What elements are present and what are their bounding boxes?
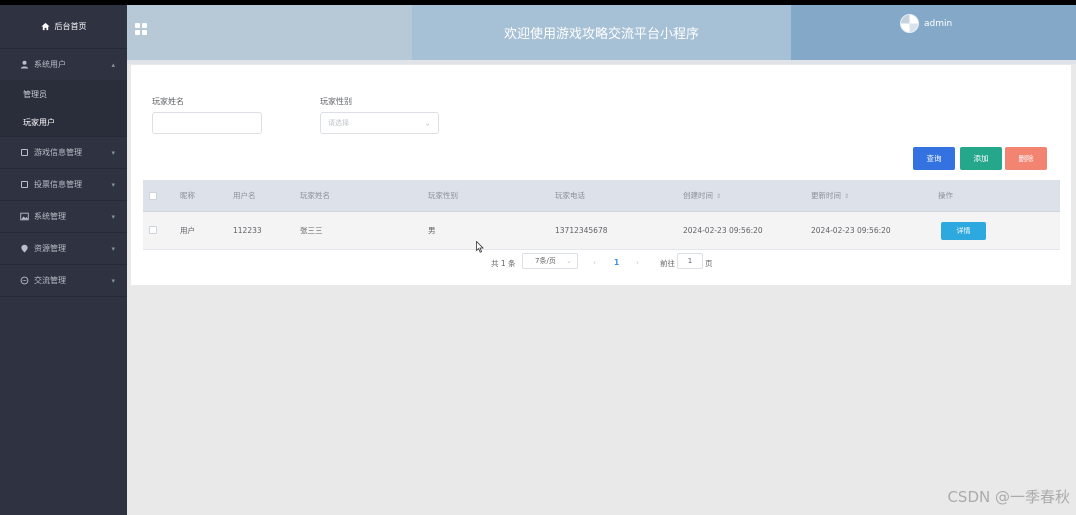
sidebar-item-resources[interactable]: 资源管理 ▾ <box>0 233 127 264</box>
sidebar-item-game-info[interactable]: 游戏信息管理 ▾ <box>0 137 127 168</box>
header-left-section <box>127 5 412 60</box>
col-created-time[interactable]: 创建时间 ⇕ <box>683 190 721 201</box>
page-number-current[interactable]: 1 <box>614 258 619 267</box>
edit-box-icon <box>20 148 29 157</box>
menu-group-vote-info: 投票信息管理 ▾ <box>0 169 127 201</box>
next-page-button[interactable]: › <box>636 258 639 267</box>
row-checkbox[interactable] <box>149 226 157 234</box>
query-button[interactable]: 查询 <box>913 147 955 170</box>
table-header-row: 昵称 用户名 玩家姓名 玩家性别 玩家电话 创建时间 ⇕ 更新时间 ⇕ 操作 <box>143 180 1060 212</box>
chevron-down-icon: ▾ <box>111 244 115 253</box>
page-title: 欢迎使用游戏攻略交流平台小程序 <box>412 5 791 60</box>
sort-icon[interactable]: ⇕ <box>716 193 721 200</box>
menu-group-system-users: 系统用户 ▴ 管理员 玩家用户 <box>0 49 127 137</box>
sidebar-item-system-mgmt[interactable]: 系统管理 ▾ <box>0 201 127 232</box>
location-pin-icon <box>20 244 29 253</box>
goto-label: 前往 <box>660 259 675 268</box>
col-updated-time[interactable]: 更新时间 ⇕ <box>811 190 849 201</box>
cell-username: 112233 <box>233 226 262 235</box>
pagination-total: 共 1 条 <box>491 259 516 268</box>
pagination: 共 1 条 7条/页 ⌄ ‹ 1 › 前往 1 页 <box>131 253 1071 274</box>
sidebar-home[interactable]: 后台首页 <box>0 5 127 49</box>
menu-grid-icon[interactable] <box>135 23 147 35</box>
sidebar-item-label: 交流管理 <box>34 276 66 285</box>
cell-created-time: 2024-02-23 09:56:20 <box>683 226 763 235</box>
mouse-cursor-icon <box>476 241 484 253</box>
select-all-checkbox[interactable] <box>149 192 157 200</box>
sort-icon[interactable]: ⇕ <box>844 193 849 200</box>
chevron-down-icon: ▾ <box>111 212 115 221</box>
watermark: CSDN @一季春秋 <box>947 488 1070 506</box>
sidebar: 后台首页 系统用户 ▴ 管理员 玩家用户 游戏信息管理 ▾ 投票信息管理 ▾ 系… <box>0 5 127 515</box>
player-name-input[interactable] <box>152 112 262 134</box>
chevron-down-icon: ⌄ <box>424 118 431 128</box>
chevron-up-icon: ▴ <box>111 60 115 69</box>
avatar <box>900 14 919 33</box>
cell-player-gender: 男 <box>428 226 436 235</box>
player-gender-label: 玩家性别 <box>320 97 352 106</box>
user-icon <box>20 60 29 69</box>
chevron-down-icon: ⌄ <box>566 257 572 265</box>
col-operations: 操作 <box>938 191 953 200</box>
col-username: 用户名 <box>233 191 256 200</box>
menu-group-game-info: 游戏信息管理 ▾ <box>0 137 127 169</box>
sidebar-subitem-player-users[interactable]: 玩家用户 <box>0 108 127 136</box>
chevron-down-icon: ▾ <box>111 276 115 285</box>
col-created-label: 创建时间 <box>683 191 713 200</box>
sidebar-item-system-users[interactable]: 系统用户 ▴ <box>0 49 127 80</box>
col-player-phone: 玩家电话 <box>555 191 585 200</box>
cell-updated-time: 2024-02-23 09:56:20 <box>811 226 891 235</box>
app-frame: 后台首页 系统用户 ▴ 管理员 玩家用户 游戏信息管理 ▾ 投票信息管理 ▾ 系… <box>0 5 1076 515</box>
top-header: 欢迎使用游戏攻略交流平台小程序 admin <box>127 5 1076 60</box>
detail-button[interactable]: 详情 <box>941 222 986 240</box>
sidebar-item-label: 投票信息管理 <box>34 180 82 189</box>
menu-group-system-mgmt: 系统管理 ▾ <box>0 201 127 233</box>
sidebar-subitem-admin[interactable]: 管理员 <box>0 80 127 108</box>
cell-nickname: 用户 <box>180 226 195 235</box>
chevron-down-icon: ▾ <box>111 148 115 157</box>
sidebar-item-vote-info[interactable]: 投票信息管理 ▾ <box>0 169 127 200</box>
player-name-label: 玩家姓名 <box>152 97 184 106</box>
cell-player-phone: 13712345678 <box>555 226 608 235</box>
sidebar-item-communication[interactable]: 交流管理 ▾ <box>0 265 127 296</box>
sidebar-home-label: 后台首页 <box>54 22 87 31</box>
prev-page-button[interactable]: ‹ <box>593 258 596 267</box>
chevron-down-icon: ▾ <box>111 180 115 189</box>
sidebar-item-label: 系统管理 <box>34 212 66 221</box>
home-icon <box>40 22 50 31</box>
picture-icon <box>20 212 29 221</box>
gender-select-placeholder: 请选择 <box>328 119 349 127</box>
col-nickname: 昵称 <box>180 191 195 200</box>
add-button[interactable]: 添加 <box>960 147 1002 170</box>
sidebar-item-label: 游戏信息管理 <box>34 148 82 157</box>
page-size-value: 7条/页 <box>535 257 556 265</box>
delete-button[interactable]: 删除 <box>1005 147 1047 170</box>
chat-icon <box>20 276 29 285</box>
col-player-name: 玩家姓名 <box>300 191 330 200</box>
edit-box-icon <box>20 180 29 189</box>
table-row: 用户 112233 张三三 男 13712345678 2024-02-23 0… <box>143 212 1060 250</box>
user-menu[interactable]: admin <box>900 14 952 33</box>
content-card: 玩家姓名 玩家性别 请选择 ⌄ 查询 添加 删除 昵称 用户名 玩家姓名 玩家性… <box>131 65 1071 285</box>
username-label: admin <box>924 18 953 29</box>
sidebar-item-label: 资源管理 <box>34 244 66 253</box>
page-suffix: 页 <box>705 259 713 268</box>
player-gender-select[interactable]: 请选择 ⌄ <box>320 112 439 134</box>
cell-player-name: 张三三 <box>300 226 323 235</box>
sidebar-item-label: 系统用户 <box>34 60 66 69</box>
header-divider <box>127 60 1076 64</box>
page-size-select[interactable]: 7条/页 ⌄ <box>522 253 578 269</box>
player-table: 昵称 用户名 玩家姓名 玩家性别 玩家电话 创建时间 ⇕ 更新时间 ⇕ 操作 用户 … <box>143 180 1060 250</box>
col-updated-label: 更新时间 <box>811 191 841 200</box>
col-player-gender: 玩家性别 <box>428 191 458 200</box>
menu-group-resources: 资源管理 ▾ <box>0 233 127 265</box>
goto-page-input[interactable]: 1 <box>677 253 703 269</box>
menu-group-communication: 交流管理 ▾ <box>0 265 127 297</box>
header-right-section: admin <box>791 5 1076 60</box>
